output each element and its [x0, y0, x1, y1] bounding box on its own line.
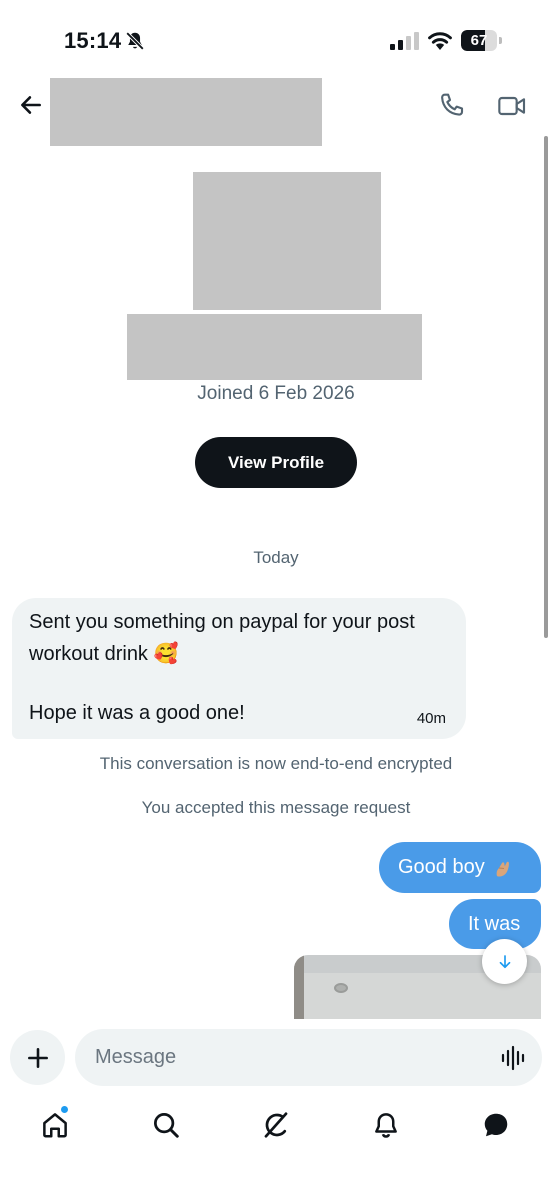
messages-icon [484, 1113, 508, 1137]
cellular-signal-icon [390, 32, 419, 50]
bell-icon [375, 1113, 397, 1138]
bell-off-icon [125, 31, 145, 51]
wifi-icon [428, 32, 452, 50]
back-button[interactable] [14, 88, 48, 122]
message-input[interactable] [95, 1029, 495, 1086]
redacted-display-name[interactable] [50, 78, 322, 146]
message-composer[interactable] [75, 1029, 542, 1086]
battery-level: 67 [470, 32, 488, 49]
add-attachment-button[interactable] [10, 1030, 65, 1085]
view-profile-button[interactable]: View Profile [195, 437, 357, 488]
nav-messages[interactable] [479, 1108, 513, 1142]
message-text: Good boy [398, 856, 485, 878]
scroll-to-bottom-button[interactable] [482, 939, 527, 984]
phone-icon[interactable] [436, 90, 468, 122]
encryption-notice: This conversation is now end-to-end encr… [99, 754, 453, 773]
bottom-navigation [0, 1098, 552, 1158]
voice-waveform-icon[interactable] [500, 1044, 528, 1072]
video-camera-icon[interactable] [496, 90, 528, 122]
nav-search[interactable] [149, 1108, 183, 1142]
status-bar: 15:14 67 [0, 0, 552, 80]
arrow-down-icon [499, 954, 510, 968]
message-text: workout drink 🥰 [29, 643, 179, 665]
home-icon [43, 1113, 67, 1138]
nav-grok[interactable] [259, 1108, 293, 1142]
arrow-left-icon [21, 96, 41, 114]
sent-message[interactable]: Good boy [379, 842, 541, 893]
redacted-avatar[interactable] [193, 172, 381, 310]
status-time: 15:14 [64, 28, 122, 53]
message-text: It was [468, 912, 521, 935]
message-text: Hope it was a good one! [29, 702, 245, 724]
pinched-fingers-emoji-icon [496, 861, 509, 877]
joined-date: Joined 6 Feb 2026 [197, 383, 355, 404]
nav-notifications[interactable] [369, 1108, 403, 1142]
message-text: Sent you something on paypal for your po… [29, 611, 415, 633]
message-timestamp: 40m [416, 710, 446, 727]
plus-icon [27, 1047, 48, 1068]
grok-icon [264, 1112, 288, 1138]
received-message[interactable]: Sent you something on paypal for your po… [12, 598, 466, 739]
battery-icon: 67 [461, 30, 503, 51]
request-accepted-notice: You accepted this message request [141, 798, 411, 817]
day-separator: Today [253, 548, 299, 567]
home-unread-dot [60, 1105, 69, 1114]
redacted-profile-name [127, 314, 422, 380]
search-icon [154, 1113, 179, 1138]
ceiling-fixture [334, 983, 348, 993]
